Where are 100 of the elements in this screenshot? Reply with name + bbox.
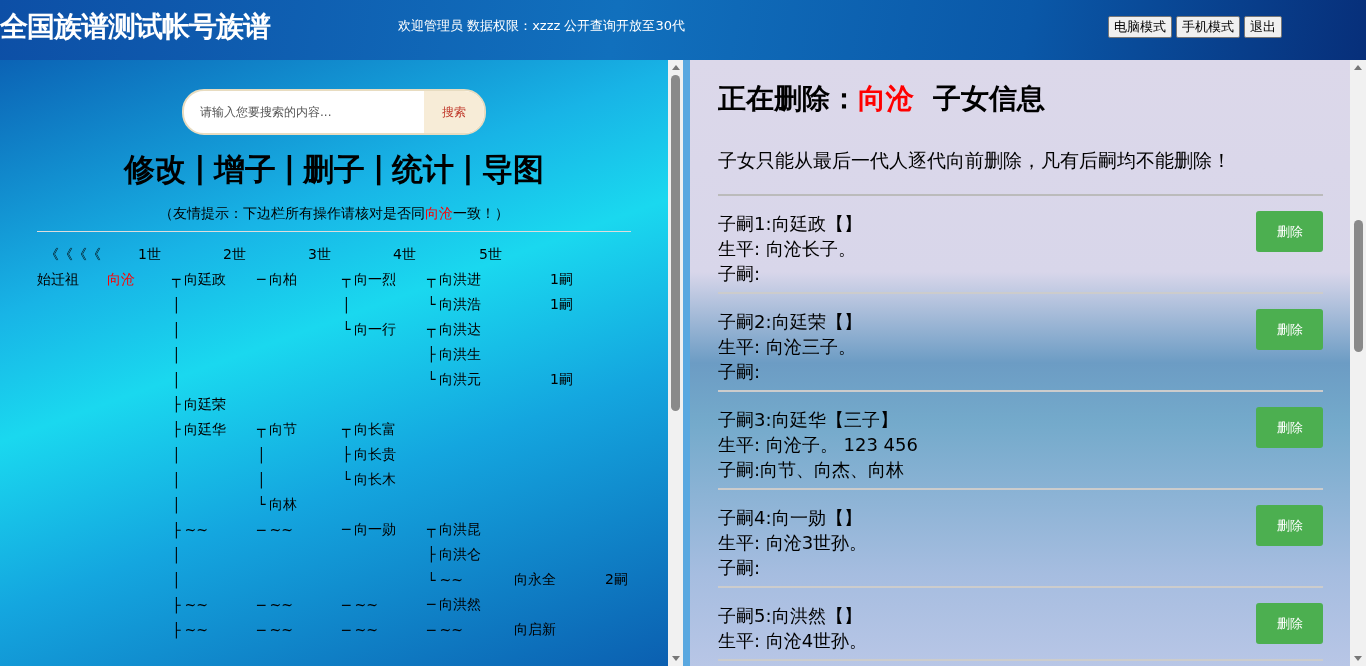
- biography-text: 生平: 向沧子。 123 456: [718, 433, 918, 457]
- tree-connector: │: [172, 371, 181, 388]
- heir-count: 1嗣: [550, 370, 573, 389]
- biography-text: 生平: 向沧4世孙。: [718, 629, 868, 653]
- person-name[interactable]: 向永全: [514, 570, 605, 589]
- person-name[interactable]: ~~: [354, 596, 378, 613]
- person-name[interactable]: ~~: [354, 621, 378, 638]
- scroll-down-icon[interactable]: [1354, 656, 1362, 661]
- welcome-text: 欢迎管理员 数据权限：xzzz 公开查询开放至30代: [398, 17, 685, 35]
- person-name[interactable]: 始迁祖: [37, 270, 79, 289]
- person-name[interactable]: ~~: [184, 596, 208, 613]
- child-heading: 子嗣3:向廷华【三子】: [718, 408, 899, 432]
- tree-connector: ─: [257, 270, 266, 289]
- person-name[interactable]: ~~: [184, 521, 208, 538]
- nav-link[interactable]: 导图: [481, 149, 544, 191]
- child-heading: 子嗣2:向廷荣【】: [718, 310, 862, 334]
- person-name[interactable]: 向洪浩: [439, 295, 482, 314]
- tree-connector: ├: [427, 345, 436, 364]
- tree-connector: ├: [172, 621, 181, 638]
- tree-connector: ─: [257, 621, 266, 638]
- tip-text: （友情提示：下边栏所有操作请核对是否同向沧一致！）: [158, 205, 510, 223]
- nav-link[interactable]: 删子: [303, 149, 365, 191]
- nav-separator: |: [462, 149, 474, 188]
- generation-label: 2世: [222, 245, 247, 264]
- nav-link[interactable]: 修改: [124, 149, 187, 191]
- notice-text: 子女只能从最后一代人逐代向前删除，凡有后嗣均不能删除！: [718, 148, 1323, 196]
- tree-connector: ─: [342, 596, 351, 613]
- heirs-text: 子嗣:向节、向杰、向林: [718, 458, 906, 482]
- person-name[interactable]: 向长贵: [354, 445, 397, 464]
- tree-connector: ├: [172, 596, 181, 613]
- generation-label: 5世: [478, 245, 503, 264]
- nav-link[interactable]: 统计: [392, 149, 455, 191]
- nav-separator: |: [373, 149, 385, 188]
- tree-connector: ├: [172, 395, 181, 414]
- person-name[interactable]: 向节: [269, 420, 298, 439]
- tree-connector: │: [172, 496, 181, 513]
- tree-connector: ─: [427, 595, 436, 614]
- tree-connector: │: [172, 571, 181, 588]
- tree-connector: ┬: [427, 270, 436, 289]
- tree-connector: ┬: [257, 420, 266, 439]
- person-name[interactable]: 向廷政: [184, 270, 227, 289]
- scrollbar-thumb[interactable]: [1353, 220, 1363, 352]
- person-name[interactable]: 向廷荣: [184, 395, 227, 414]
- person-name[interactable]: 向洪元: [439, 370, 482, 389]
- child-heading: 子嗣4:向一勋【】: [718, 506, 863, 530]
- person-name[interactable]: 向洪达: [439, 320, 482, 339]
- person-name[interactable]: ~~: [269, 621, 293, 638]
- tree-connector: │: [172, 346, 181, 363]
- person-name[interactable]: ~~: [184, 621, 208, 638]
- tree-connector: │: [172, 446, 181, 463]
- person-name[interactable]: ~~: [269, 521, 293, 538]
- person-name[interactable]: 向林: [269, 495, 298, 514]
- person-name[interactable]: 向柏: [269, 270, 298, 289]
- page-heading: 正在删除：向沧 子女信息: [718, 81, 1047, 117]
- mode-button[interactable]: 电脑模式: [1108, 16, 1172, 38]
- mode-button[interactable]: 手机模式: [1176, 16, 1240, 38]
- child-heading: 子嗣5:向洪然【】: [718, 604, 863, 628]
- person-name[interactable]: 向洪仑: [439, 545, 482, 564]
- tree-connector: ┬: [342, 420, 351, 439]
- tree-connector: └: [427, 571, 436, 588]
- heir-count: 2嗣: [605, 570, 628, 589]
- biography-text: 生平: 向沧三子。: [718, 335, 857, 359]
- scrollbar-thumb[interactable]: [671, 75, 680, 411]
- person-name[interactable]: 向启新: [514, 620, 605, 639]
- person-name[interactable]: ~~: [439, 621, 463, 638]
- person-name[interactable]: 向一行: [354, 320, 397, 339]
- person-name[interactable]: 向洪然: [439, 595, 482, 614]
- nav-link[interactable]: 增子: [213, 149, 276, 191]
- tree-connector: ─: [427, 621, 436, 638]
- generation-label: 4世: [392, 245, 417, 264]
- tree-connector: ├: [172, 521, 181, 538]
- nav-separator: |: [194, 149, 206, 188]
- tree-connector: │: [172, 546, 181, 563]
- generation-label: 1世: [137, 245, 162, 264]
- biography-text: 生平: 向沧长子。: [718, 237, 857, 261]
- person-name[interactable]: ~~: [269, 596, 293, 613]
- tree-connector: └: [427, 295, 436, 314]
- person-name[interactable]: 向长富: [354, 420, 397, 439]
- tree-connector: ─: [342, 520, 351, 539]
- person-name[interactable]: 向一勋: [354, 520, 397, 539]
- person-name[interactable]: 向廷华: [184, 420, 227, 439]
- person-name[interactable]: 向洪进: [439, 270, 482, 289]
- tree-connector: └: [342, 320, 351, 339]
- scroll-up-icon[interactable]: [1354, 65, 1362, 70]
- tree-connector: ├: [342, 445, 351, 464]
- person-name[interactable]: 向长木: [354, 470, 397, 489]
- search-button[interactable]: 搜索: [424, 91, 484, 133]
- tree-connector: └: [342, 470, 351, 489]
- person-name[interactable]: ~~: [439, 571, 463, 588]
- search-field[interactable]: 请输入您要搜索的内容... 搜索: [182, 89, 486, 135]
- tree-connector: │: [257, 471, 266, 488]
- person-name[interactable]: 向一烈: [354, 270, 397, 289]
- back-link[interactable]: 《《《《: [37, 245, 107, 264]
- tree-connector: ┬: [342, 270, 351, 289]
- tree-connector: ─: [257, 521, 266, 538]
- tree-connector: ┬: [427, 320, 436, 339]
- tree-connector: ─: [342, 621, 351, 638]
- person-name[interactable]: 向洪生: [439, 345, 482, 364]
- person-name[interactable]: 向洪昆: [439, 520, 482, 539]
- mode-button[interactable]: 退出: [1244, 16, 1282, 38]
